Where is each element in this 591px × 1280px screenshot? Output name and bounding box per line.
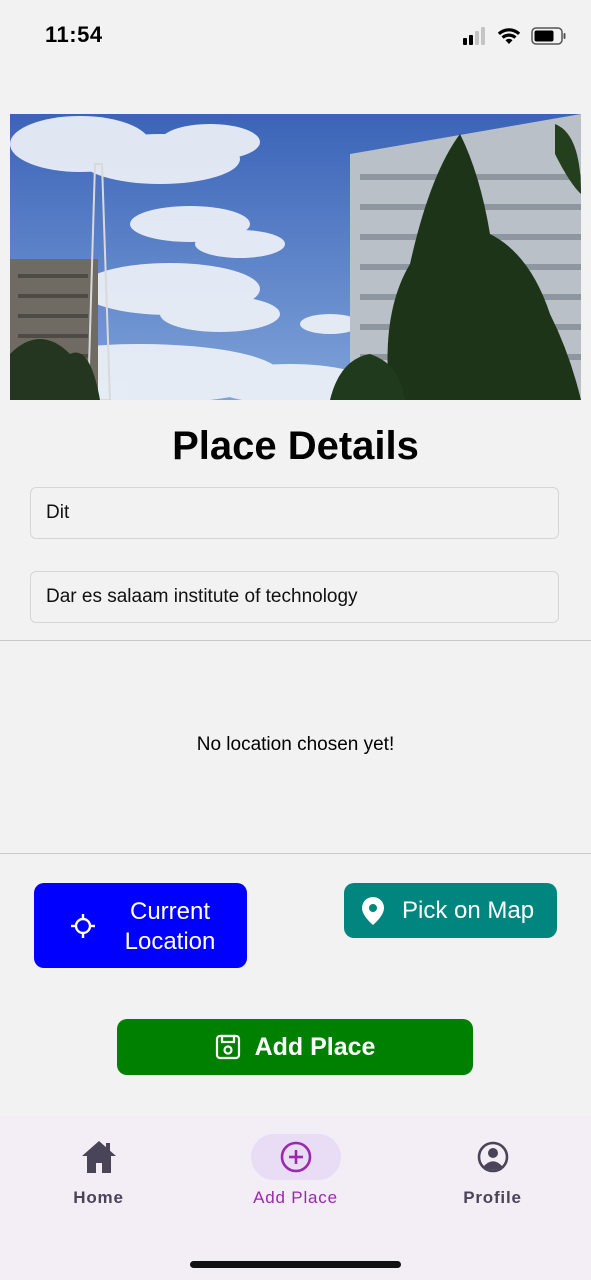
account-circle-icon <box>477 1141 508 1173</box>
add-place-button[interactable]: Add Place <box>117 1019 473 1075</box>
battery-icon <box>531 27 566 45</box>
pick-on-map-label: Pick on Map <box>402 897 535 924</box>
nav-icon-wrap <box>250 1134 341 1180</box>
status-time: 11:54 <box>45 22 103 47</box>
location-bottom-divider <box>0 853 591 854</box>
nav-item-add-place[interactable]: Add Place <box>197 1116 394 1226</box>
nav-label-profile: Profile <box>463 1188 522 1207</box>
location-placeholder-text: No location chosen yet! <box>196 734 395 755</box>
nav-item-profile[interactable]: Profile <box>394 1116 591 1226</box>
nav-label-home: Home <box>73 1188 124 1207</box>
status-bar: 11:54 <box>0 0 591 70</box>
status-icons <box>463 24 567 48</box>
map-pin-icon <box>362 897 384 925</box>
cellular-signal-icon <box>463 27 485 45</box>
nav-label-add-place: Add Place <box>253 1188 338 1207</box>
save-icon <box>215 1034 240 1060</box>
current-location-button[interactable]: Current Location <box>34 883 247 968</box>
place-description-field[interactable] <box>30 571 559 623</box>
nav-icon-wrap <box>54 1134 144 1180</box>
location-top-divider <box>0 640 591 641</box>
my-location-icon <box>71 914 95 938</box>
home-icon <box>81 1141 116 1173</box>
home-indicator <box>190 1261 401 1268</box>
place-photo[interactable] <box>10 114 581 400</box>
nav-item-home[interactable]: Home <box>0 1116 197 1226</box>
pick-on-map-button[interactable]: Pick on Map <box>344 883 557 938</box>
place-name-field[interactable] <box>30 487 559 539</box>
add-circle-icon <box>280 1141 311 1173</box>
add-place-label: Add Place <box>254 1032 376 1061</box>
wifi-icon <box>497 28 521 44</box>
nav-icon-wrap <box>448 1134 538 1180</box>
bottom-navigation: Home Add Place Profile <box>0 1116 591 1280</box>
page-title: Place Details <box>172 424 419 468</box>
current-location-label: Current Location <box>124 898 216 955</box>
